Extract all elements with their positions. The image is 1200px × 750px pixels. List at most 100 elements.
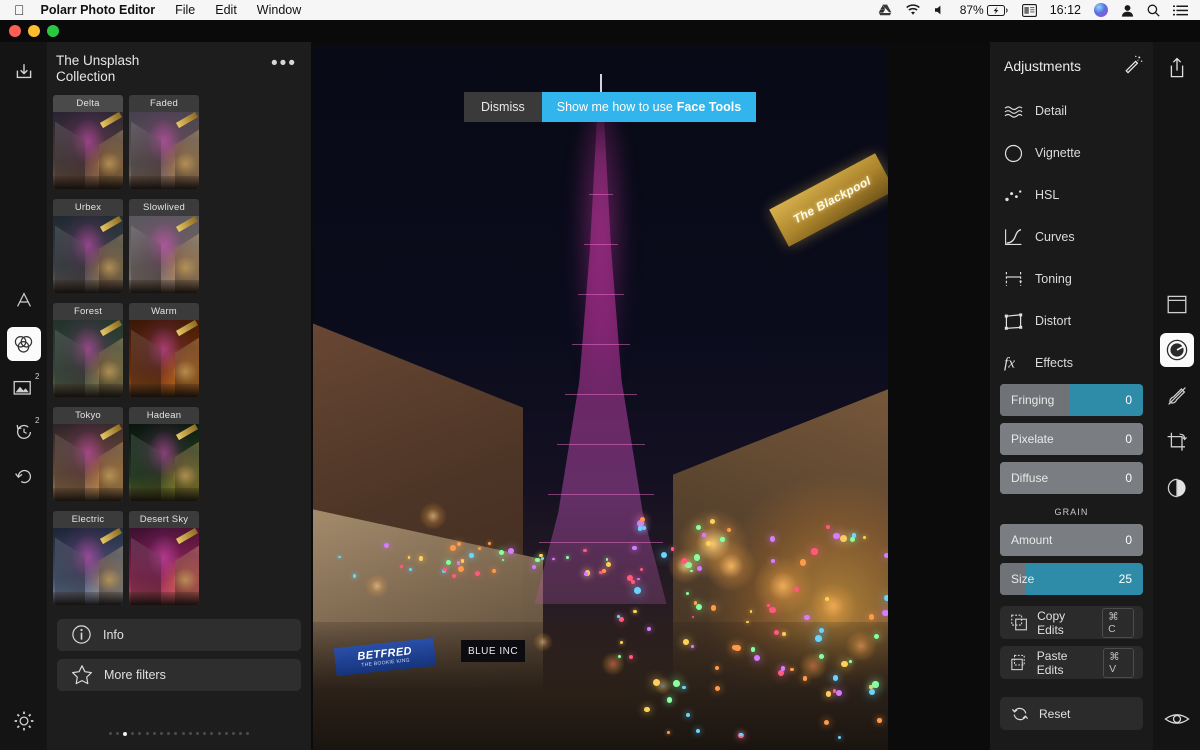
pagination-dot[interactable] [123,732,127,736]
pagination-dot[interactable] [239,732,242,735]
pagination-dot[interactable] [153,732,156,735]
filter-preset-label: Delta [53,95,123,112]
clock-history-icon[interactable]: 2 [7,415,41,449]
crop-rotate-icon[interactable] [1160,425,1194,459]
brush-slash-icon[interactable] [1160,379,1194,413]
apple-icon[interactable]:  [14,3,25,17]
undo-arrow-icon[interactable] [7,459,41,493]
filter-preset[interactable]: Delta [53,95,123,189]
info-button[interactable]: Info [57,619,301,651]
festoon-light [767,604,770,607]
share-export-icon[interactable] [1167,42,1187,94]
adjustment-item-distort[interactable]: Distort [990,300,1153,342]
adjustment-item-vignette[interactable]: Vignette [990,132,1153,174]
edited-photo[interactable]: The Blackpool BETFRED THE BOOKIE KING BL… [313,46,888,750]
filter-preset-thumbnail[interactable] [53,528,123,605]
window-title-bar [0,20,1200,42]
zoom-window-button[interactable] [47,25,59,37]
filter-preset-thumbnail[interactable] [129,216,199,293]
menu-edit[interactable]: Edit [215,3,237,17]
image-icon[interactable]: 2 [7,371,41,405]
battery-status[interactable]: 87% [960,3,1009,17]
pagination-dot[interactable] [232,732,235,735]
pagination-dot[interactable] [210,732,213,735]
filter-preset[interactable]: Desert Sky [129,511,199,605]
letter-a-icon[interactable] [7,283,41,317]
blackpool-tower [526,74,676,604]
pagination-dot[interactable] [131,732,134,735]
paste-edits-button[interactable]: Paste Edits ⌘ V [1000,646,1143,679]
wifi-icon[interactable] [905,4,921,16]
filter-preset[interactable]: Tokyo [53,407,123,501]
user-icon[interactable] [1121,4,1134,17]
more-filters-button[interactable]: More filters [57,659,301,691]
pagination-dot[interactable] [109,732,112,735]
filter-preset[interactable]: Forest [53,303,123,397]
filter-preset[interactable]: Faded [129,95,199,189]
filter-preset-thumbnail[interactable] [53,320,123,397]
filter-preset[interactable]: Slowlived [129,199,199,293]
dismiss-button[interactable]: Dismiss [464,92,542,122]
show-face-tools-button[interactable]: Show me how to use Face Tools [542,92,756,122]
slider-pixelate[interactable]: Pixelate 0 [1000,423,1143,455]
face-portrait-icon[interactable] [1160,471,1194,505]
filter-preset-thumbnail[interactable] [129,320,199,397]
pagination-dot[interactable] [146,732,149,735]
notification-list-icon[interactable] [1173,5,1188,16]
adjustment-item-curves[interactable]: Curves [990,216,1153,258]
filter-preset-thumbnail[interactable] [53,424,123,501]
filter-preset[interactable]: Warm [129,303,199,397]
filter-pagination[interactable] [47,726,311,736]
filter-preset-thumbnail[interactable] [129,528,199,605]
filter-preset[interactable]: Hadean [129,407,199,501]
menu-file[interactable]: File [175,3,195,17]
menu-window[interactable]: Window [257,3,301,17]
pagination-dot[interactable] [196,732,199,735]
pagination-dot[interactable] [225,732,228,735]
pagination-dot[interactable] [167,732,170,735]
knob-dial-icon[interactable] [1160,333,1194,367]
magic-wand-icon[interactable] [1123,54,1143,79]
photo-canvas[interactable]: The Blackpool BETFRED THE BOOKIE KING BL… [311,42,990,750]
calendar-icon[interactable] [1022,4,1037,17]
filter-preset-thumbnail[interactable] [53,216,123,293]
filter-preset-thumbnail[interactable] [129,112,199,189]
filter-preset[interactable]: Urbex [53,199,123,293]
pagination-dot[interactable] [203,732,206,735]
filter-preset-thumbnail[interactable] [129,424,199,501]
menu-clock[interactable]: 16:12 [1050,3,1081,17]
slider-amount[interactable]: Amount 0 [1000,524,1143,556]
adjustment-item-toning[interactable]: Toning [990,258,1153,300]
pagination-dot[interactable] [189,732,192,735]
copy-edits-button[interactable]: Copy Edits ⌘ C [1000,606,1143,639]
app-name-menu[interactable]: Polarr Photo Editor [41,3,156,17]
pagination-dot[interactable] [174,732,177,735]
google-drive-icon[interactable] [878,4,892,17]
search-icon[interactable] [1147,4,1160,17]
pagination-dot[interactable] [116,732,119,735]
pagination-dot[interactable] [160,732,163,735]
adjustment-item-detail[interactable]: Detail [990,90,1153,132]
overlapping-circles-icon[interactable] [7,327,41,361]
close-window-button[interactable] [9,25,21,37]
pagination-dot[interactable] [246,732,249,735]
reset-button[interactable]: Reset [1000,697,1143,730]
pagination-dot[interactable] [138,732,141,735]
download-import-icon[interactable] [7,54,41,88]
filter-preset-thumbnail[interactable] [53,112,123,189]
ellipsis-icon[interactable]: ••• [271,53,297,71]
volume-icon[interactable] [934,4,947,16]
pagination-dot[interactable] [218,732,221,735]
eye-icon[interactable] [1160,702,1194,736]
filter-preset[interactable]: Electric [53,511,123,605]
pagination-dot[interactable] [182,732,185,735]
minimize-window-button[interactable] [28,25,40,37]
adjustment-item-effects[interactable]: fx Effects [990,342,1153,384]
siri-icon[interactable] [1094,3,1108,17]
gear-icon[interactable] [7,704,41,738]
slider-fringing[interactable]: Fringing 0 [1000,384,1143,416]
frame-window-icon[interactable] [1160,287,1194,321]
slider-diffuse[interactable]: Diffuse 0 [1000,462,1143,494]
slider-size[interactable]: Size 25 [1000,563,1143,595]
adjustment-item-hsl[interactable]: HSL [990,174,1153,216]
